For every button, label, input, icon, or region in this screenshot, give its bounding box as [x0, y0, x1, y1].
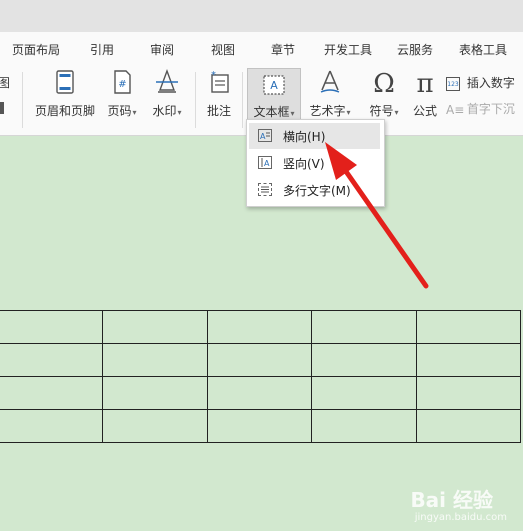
baidu-watermark: Bai 经验 [410, 488, 493, 512]
baidu-watermark-url: jingyan.baidu.com [414, 512, 507, 523]
annotation-arrow [325, 142, 429, 289]
